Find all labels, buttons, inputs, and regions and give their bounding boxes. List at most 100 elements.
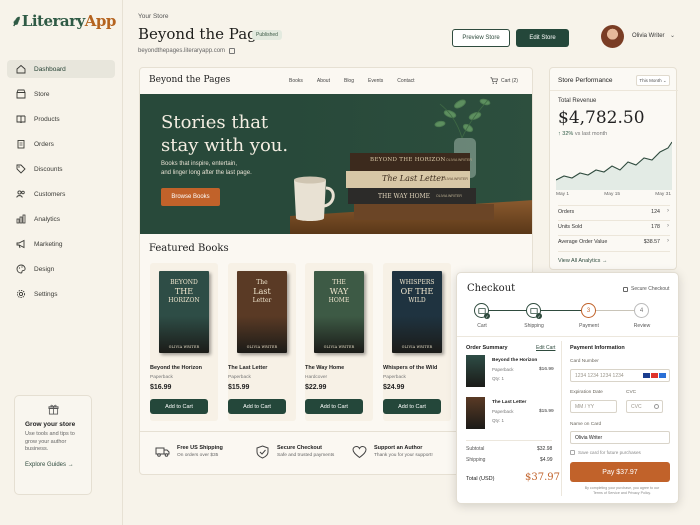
step-payment: 3: [581, 303, 596, 318]
sidebar: ⸙LiteraryApp Dashboard Store Products Order…: [0, 0, 123, 525]
step-label: Payment: [579, 323, 599, 329]
book-format: Paperback: [150, 375, 173, 380]
revenue-change: ↑ 32% vs last month: [558, 131, 608, 137]
book-price: $24.99: [383, 384, 405, 391]
order-item-price: $16.99: [539, 367, 554, 372]
step-label: Review: [633, 323, 651, 329]
shipping-value: $4.99: [540, 457, 553, 463]
revenue-value: $4,782.50: [558, 108, 645, 128]
checkout-modal: Checkout Secure Checkout ✓ Cart ✓ Shipping 3…: [456, 272, 680, 504]
page-eyebrow: Your Store: [138, 13, 169, 20]
cart-link[interactable]: Cart (2): [490, 77, 518, 84]
spine-title-2: The Last Letter: [382, 174, 445, 183]
book-card[interactable]: The Last Letter OLIVIA WRITER The Last Lette…: [228, 263, 296, 421]
chevron-right-icon[interactable]: ›: [667, 238, 669, 244]
save-card-checkbox[interactable]: [570, 450, 575, 455]
add-to-cart-button[interactable]: Add to Cart: [150, 399, 208, 414]
book-title: Whispers of the Wild: [383, 365, 438, 371]
name-on-card-label: Name on Card: [570, 422, 602, 427]
grow-title: Grow your store: [25, 421, 76, 428]
stat-divider: [558, 235, 670, 236]
stat-value: $38.57: [643, 239, 660, 245]
app-logo[interactable]: ⸙LiteraryApp: [11, 11, 116, 31]
book-price: $22.99: [305, 384, 327, 391]
save-card-option[interactable]: Save card for future purchases: [570, 450, 641, 455]
sidebar-item-customers[interactable]: Customers: [7, 185, 115, 203]
cart-icon: [490, 77, 498, 84]
sidebar-item-settings[interactable]: Settings: [7, 285, 115, 303]
book-card[interactable]: BEYOND THE HORIZON OLIVIA WRITER Beyond the …: [150, 263, 218, 421]
browse-books-button[interactable]: Browse Books: [161, 188, 220, 206]
store-feature: Secure Checkout Safe and trusted payments: [255, 445, 334, 461]
arrow-right-icon: →: [601, 258, 608, 264]
name-on-card-input[interactable]: Olivia Writer: [570, 431, 670, 444]
pay-button[interactable]: Pay $37.97: [570, 462, 670, 482]
period-select[interactable]: This Month ⌄: [636, 75, 670, 86]
edit-store-button[interactable]: Edit Store: [516, 29, 569, 47]
spine-title-3: THE WAY HOME: [378, 193, 431, 200]
add-to-cart-button[interactable]: Add to Cart: [305, 399, 363, 414]
add-to-cart-button[interactable]: Add to Cart: [228, 399, 286, 414]
sidebar-item-store[interactable]: Store: [7, 85, 115, 103]
book-title: The Last Letter: [228, 365, 268, 371]
store-nav-blog[interactable]: Blog: [344, 78, 354, 84]
stat-divider: [558, 220, 670, 221]
store-nav-about[interactable]: About: [317, 78, 330, 84]
gift-icon: [25, 404, 81, 417]
preview-store-button[interactable]: Preview Store: [452, 29, 510, 47]
order-item-format: Paperback: [492, 409, 514, 414]
hero-title: Stories that stay with you.: [161, 112, 289, 156]
card-number-input[interactable]: 1234 1234 1234 1234: [570, 369, 670, 382]
check-icon: ✓: [484, 313, 490, 319]
copy-icon[interactable]: [229, 48, 236, 54]
grow-text: Use tools and tips to grow your author b…: [25, 431, 75, 453]
sidebar-item-marketing[interactable]: Marketing: [7, 235, 115, 253]
sidebar-item-dashboard[interactable]: Dashboard: [7, 60, 115, 78]
subtotal-value: $32.98: [537, 446, 553, 452]
stat-divider: [558, 251, 670, 252]
sidebar-item-design[interactable]: Design: [7, 260, 115, 278]
book-price: $16.99: [150, 384, 172, 391]
sidebar-item-orders[interactable]: Orders: [7, 135, 115, 153]
secure-checkout-label: Secure Checkout: [623, 286, 669, 292]
hero-illustration: [290, 94, 532, 234]
book-cover: BEYOND THE HORIZON OLIVIA WRITER: [159, 271, 209, 353]
book-card[interactable]: THE WAY HOME OLIVIA WRITER The Way Home Hardc…: [305, 263, 373, 421]
store-nav-books[interactable]: Books: [289, 78, 303, 84]
chevron-right-icon[interactable]: ›: [667, 208, 669, 214]
checkout-title: Checkout: [467, 283, 516, 294]
store-logo[interactable]: Beyond the Pages: [149, 75, 230, 85]
edit-cart-link[interactable]: Edit Cart: [536, 345, 555, 351]
shipping-label: Shipping: [466, 457, 486, 463]
book-format: Hardcover: [305, 375, 328, 380]
book-cover: THE WAY HOME OLIVIA WRITER: [314, 271, 364, 353]
order-item-price: $15.99: [539, 409, 554, 414]
avatar[interactable]: [601, 25, 624, 48]
sidebar-item-label: Orders: [34, 140, 54, 148]
order-item-title: The Last Letter: [492, 400, 527, 405]
cvc-input[interactable]: CVC: [626, 400, 663, 413]
expiration-input[interactable]: MM / YY: [570, 400, 617, 413]
explore-guides-link[interactable]: Explore Guides →: [25, 462, 81, 468]
add-to-cart-button[interactable]: Add to Cart: [383, 399, 441, 414]
book-title: The Way Home: [305, 365, 345, 371]
chevron-right-icon[interactable]: ›: [667, 223, 669, 229]
feature-subtitle: Thank you for your support!: [374, 453, 433, 458]
chevron-down-icon[interactable]: ⌄: [670, 32, 675, 39]
performance-title: Store Performance: [558, 77, 613, 84]
store-nav-events[interactable]: Events: [368, 78, 383, 84]
hero-subtitle: Books that inspire, entertain, and linge…: [161, 161, 252, 176]
sidebar-item-analytics[interactable]: Analytics: [7, 210, 115, 228]
stat-value: 124: [651, 209, 660, 215]
order-item-cover: [466, 355, 485, 387]
sidebar-item-products[interactable]: Products: [7, 110, 115, 128]
check-icon: ✓: [536, 313, 542, 319]
book-format: Paperback: [383, 375, 406, 380]
store-url: beyondthepages.literaryapp.com: [138, 48, 236, 54]
lock-icon: [623, 286, 628, 292]
feature-subtitle: On orders over $35: [177, 453, 219, 458]
view-analytics-link[interactable]: View All Analytics →: [558, 258, 607, 264]
book-card[interactable]: WHISPERS OF THE WILD OLIVIA WRITER Whispers …: [383, 263, 451, 421]
store-nav-contact[interactable]: Contact: [397, 78, 414, 84]
sidebar-item-discounts[interactable]: Discounts: [7, 160, 115, 178]
